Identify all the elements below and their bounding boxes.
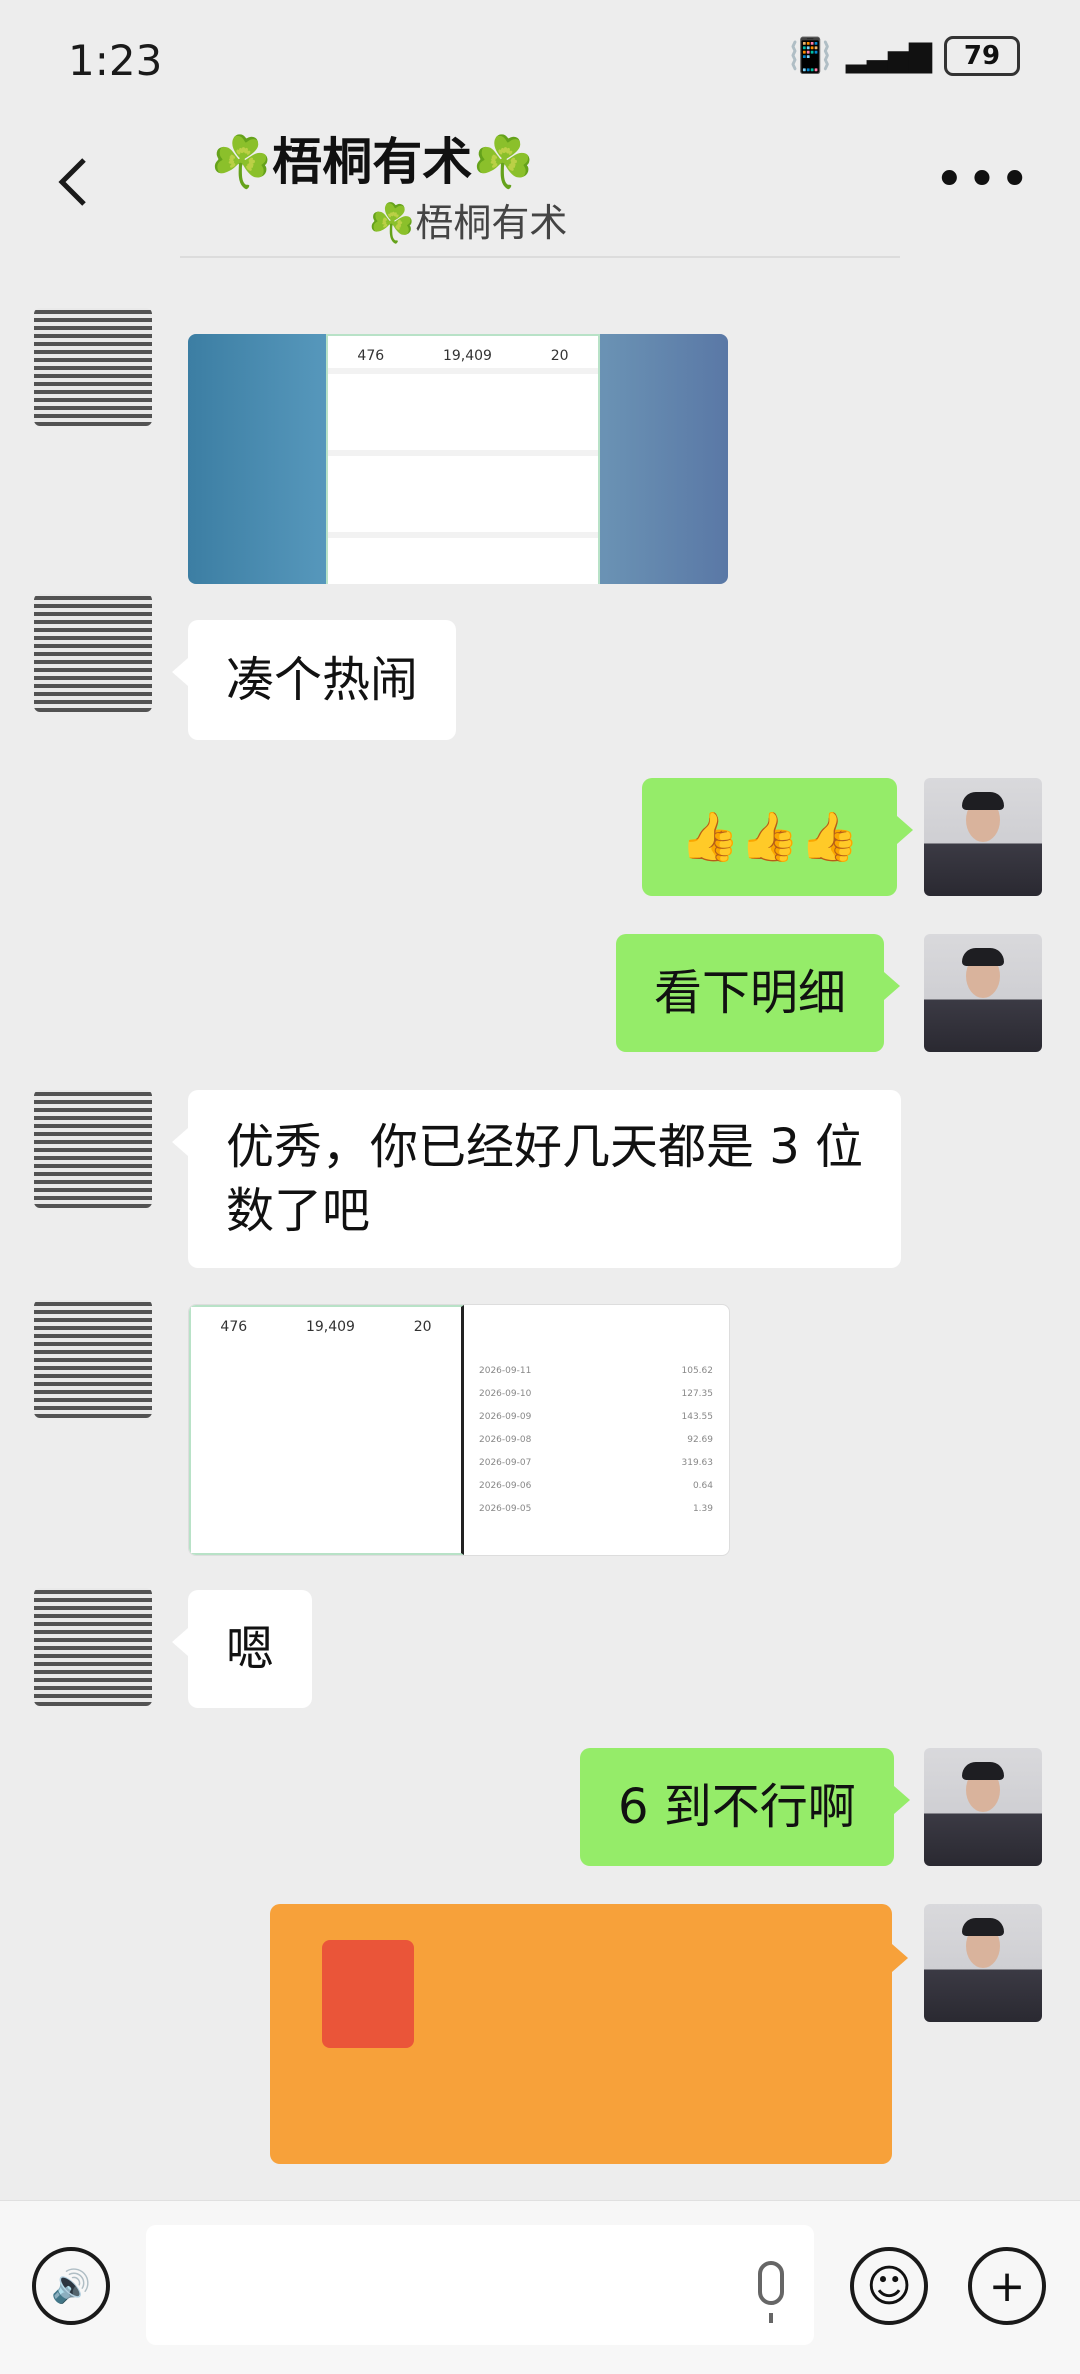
chat-title: ☘️梧桐有术☘️ <box>210 133 535 191</box>
panel-section <box>328 532 598 584</box>
avatar-self[interactable] <box>924 1904 1042 2022</box>
list-item: 2026-09-06 0.64 <box>479 1480 713 1491</box>
status-icons: 📳 ▂▃▅▇ 79 <box>789 36 1020 76</box>
screenshot-panel: 476 19,409 20 <box>189 1305 464 1555</box>
back-arrow-icon[interactable] <box>46 152 106 212</box>
message-bubble[interactable]: 6 到不行啊 <box>580 1748 910 1866</box>
stat-value: 19,409 <box>442 348 492 364</box>
avatar-self[interactable] <box>924 778 1042 896</box>
list-item: 2026-09-08 92.69 <box>479 1434 713 1445</box>
income-list: 2026-09-11 105.62 2026-09-10 127.35 2026-0… <box>465 1339 727 1520</box>
list-item: 2026-09-05 1.39 <box>479 1503 713 1514</box>
stats-row: 476 19,409 20 <box>328 336 598 368</box>
message-text-line: 优秀，你已经好几天都是 3 位 <box>226 1119 864 1175</box>
message-text: 看下明细 <box>654 965 847 1021</box>
message-input[interactable] <box>146 2225 814 2345</box>
input-bar: 🔊 ☺ + <box>0 2200 1080 2374</box>
stat-value: 20 <box>413 1319 432 1335</box>
battery-icon: 79 <box>944 36 1020 76</box>
chat-header: ☘️梧桐有术☘️ ☘️梧桐有术 ••• <box>0 120 1080 250</box>
status-bar: 1:23 📳 ▂▃▅▇ 79 <box>0 0 1080 120</box>
stat-value: 19,409 <box>305 1319 355 1335</box>
chat-subtitle: ☘️梧桐有术 <box>368 201 568 245</box>
avatar[interactable] <box>34 1090 152 1208</box>
vibrate-icon: 📳 <box>789 36 832 76</box>
message-bubble[interactable]: 看下明细 <box>616 934 901 1052</box>
avatar-self[interactable] <box>924 934 1042 1052</box>
message-text-line: 数了吧 <box>226 1183 371 1239</box>
avatar[interactable] <box>34 1300 152 1418</box>
avatar[interactable] <box>34 594 152 712</box>
message-bubble[interactable]: 优秀，你已经好几天都是 3 位 数了吧 <box>171 1090 902 1268</box>
avatar[interactable] <box>34 1588 152 1706</box>
stats-row: 476 19,409 20 <box>191 1307 461 1339</box>
image-message[interactable]: 476 19,409 20 <box>188 334 728 584</box>
message-text: 嗯 <box>226 1621 275 1677</box>
list-item: 2026-09-10 127.35 <box>479 1388 713 1399</box>
panel-section <box>328 368 598 450</box>
message-bubble[interactable]: 凑个热闹 <box>171 620 457 740</box>
signal-icon: ▂▃▅▇ <box>845 38 932 74</box>
avatar-self[interactable] <box>924 1748 1042 1866</box>
list-item: 2026-09-07 319.63 <box>479 1457 713 1468</box>
red-packet-icon <box>322 1940 414 2048</box>
message-bubble[interactable]: 嗯 <box>171 1590 313 1708</box>
stat-value: 476 <box>357 348 385 364</box>
message-text: 凑个热闹 <box>226 652 419 708</box>
microphone-icon[interactable] <box>758 2261 784 2323</box>
message-bubble[interactable]: 👍👍👍 <box>642 778 914 896</box>
stat-value: 20 <box>550 348 569 364</box>
list-item: 2026-09-11 105.62 <box>479 1365 713 1376</box>
stat-value: 476 <box>220 1319 248 1335</box>
message-text: 6 到不行啊 <box>618 1779 856 1835</box>
avatar[interactable] <box>34 308 152 426</box>
plus-icon[interactable]: + <box>968 2247 1046 2325</box>
screenshot-panel: 476 19,409 20 <box>326 334 600 584</box>
list-item: 2026-09-09 143.55 <box>479 1411 713 1422</box>
more-options-icon[interactable]: ••• <box>934 154 1032 206</box>
voice-toggle-icon[interactable]: 🔊 <box>32 2247 110 2325</box>
panel-section <box>328 450 598 532</box>
emoji-icon[interactable]: ☺ <box>850 2247 928 2325</box>
red-packet-card[interactable] <box>270 1904 908 2164</box>
header-divider <box>180 256 900 258</box>
image-message[interactable]: 476 19,409 20 2026-09-11 105.62 2026-09-1… <box>188 1304 730 1556</box>
message-text: 👍👍👍 <box>680 809 860 865</box>
status-time: 1:23 <box>68 36 163 85</box>
